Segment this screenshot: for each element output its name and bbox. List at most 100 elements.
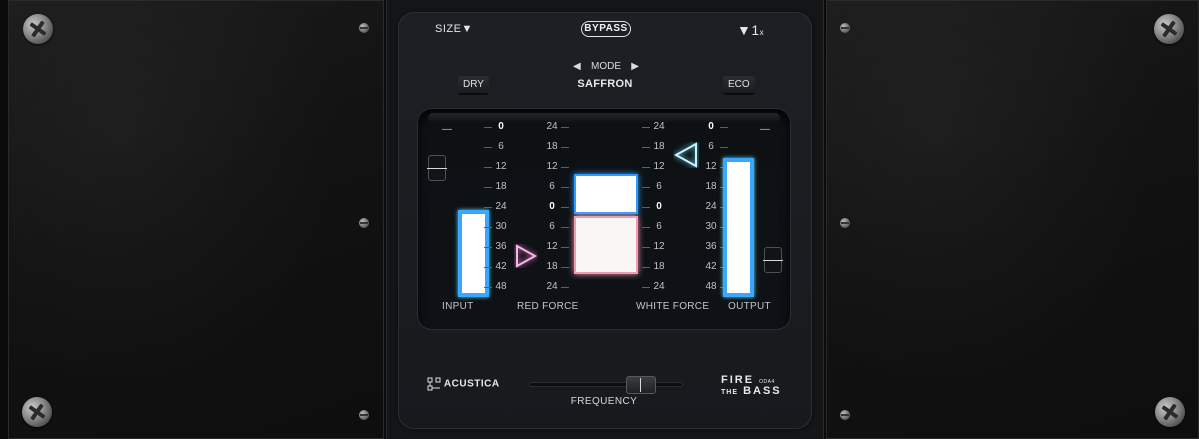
screw-icon: [359, 23, 369, 33]
scale-label: 18: [653, 141, 665, 152]
scale-tick: [561, 127, 569, 128]
center-lower-block: [574, 216, 638, 274]
center-upper-block: [574, 174, 638, 214]
output-top-dash: —: [760, 124, 770, 135]
scale-label: 12: [495, 161, 507, 172]
product-name-prefix: THE: [721, 389, 738, 396]
scale-tick: [484, 227, 492, 228]
red-force-label: RED FORCE: [517, 301, 579, 312]
scale-label: 6: [549, 221, 555, 232]
acustica-brand: ACUSTICA: [443, 378, 500, 390]
scale-label: 18: [495, 181, 507, 192]
acustica-logo-icon: [427, 377, 441, 391]
scale-label: 24: [653, 121, 665, 132]
scale-tick: [642, 167, 650, 168]
frequency-track[interactable]: [529, 382, 683, 387]
left-side-panel: [8, 0, 384, 439]
mode-selector: ◀ MODE ▶: [573, 59, 639, 73]
product-name-line2: BASS: [743, 385, 782, 397]
frequency-slider-handle[interactable]: [626, 376, 656, 394]
scale-label: 6: [656, 181, 662, 192]
scale-label: 12: [705, 161, 717, 172]
scale-label: 24: [546, 281, 558, 292]
scale-tick: [561, 287, 569, 288]
screw-icon: [840, 218, 850, 228]
scale-tick: [642, 207, 650, 208]
scale-tick: [484, 167, 492, 168]
screw-icon: [23, 14, 53, 44]
screw-icon: [359, 410, 369, 420]
scale-tick: [484, 187, 492, 188]
scale-label: 42: [705, 261, 717, 272]
output-label: OUTPUT: [728, 301, 771, 312]
scale-tick: [484, 287, 492, 288]
scale-tick: [561, 147, 569, 148]
scale-label: 48: [495, 281, 507, 292]
size-menu[interactable]: SIZE▼: [435, 23, 473, 35]
input-meter: [458, 210, 489, 297]
scale-label: 30: [495, 221, 507, 232]
input-label: INPUT: [442, 301, 474, 312]
screw-icon: [840, 410, 850, 420]
scale-label: 12: [546, 241, 558, 252]
scale-label: 24: [546, 121, 558, 132]
scale-tick: [484, 127, 492, 128]
screw-icon: [359, 218, 369, 228]
mode-name: SAFFRON: [577, 78, 633, 90]
scale-tick: [561, 227, 569, 228]
scale-tick: [561, 207, 569, 208]
scale-label: 24: [495, 201, 507, 212]
scale-label: 24: [653, 281, 665, 292]
fire-the-bass-logo: FIRE ODA4 THE BASS: [721, 375, 782, 397]
scale-label: 0: [708, 121, 714, 132]
oversample-value: ▼1: [737, 22, 760, 38]
acustica-logo: ACUSTICA: [427, 377, 500, 391]
scale-label: 18: [546, 141, 558, 152]
scale-tick: [642, 287, 650, 288]
scale-label: 24: [705, 201, 717, 212]
mode-next-button[interactable]: ▶: [631, 61, 639, 72]
scale-tick: [484, 247, 492, 248]
scale-label: 36: [705, 241, 717, 252]
frequency-label: FREQUENCY: [570, 396, 638, 407]
scale-tick: [561, 167, 569, 168]
scale-label: 42: [495, 261, 507, 272]
scale-tick: [561, 247, 569, 248]
scale-tick: [484, 147, 492, 148]
scale-tick: [642, 127, 650, 128]
oversample-menu[interactable]: ▼1x: [737, 22, 764, 38]
scale-tick: [484, 207, 492, 208]
dry-button[interactable]: DRY: [458, 76, 489, 95]
screw-icon: [22, 397, 52, 427]
screw-icon: [840, 23, 850, 33]
scale-tick: [561, 187, 569, 188]
scale-label: 12: [653, 161, 665, 172]
scale-label: 48: [705, 281, 717, 292]
oversample-suffix: x: [759, 28, 765, 37]
scale-label: 18: [546, 261, 558, 272]
bypass-button[interactable]: BYPASS: [581, 21, 631, 37]
white-force-pointer-icon: [673, 142, 697, 168]
scale-label: 6: [656, 221, 662, 232]
input-top-dash: —: [442, 124, 452, 135]
screw-icon: [1154, 14, 1184, 44]
scale-tick: [642, 187, 650, 188]
scale-label: 12: [546, 161, 558, 172]
scale-label: 30: [705, 221, 717, 232]
scale-label: 36: [495, 241, 507, 252]
scale-tick: [561, 267, 569, 268]
plugin-window: SIZE▼ BYPASS ▼1x ◀ MODE ▶ SAFFRON DRY EC…: [386, 0, 824, 439]
scale-label: 6: [708, 141, 714, 152]
scale-tick: [642, 267, 650, 268]
scale-tick: [642, 227, 650, 228]
meter-screen: — INPUT 0 6 12 18 24 30 36 42 48 24 18 12 6 0 6 12 18 24…: [418, 109, 790, 329]
output-gain-slider[interactable]: [763, 247, 783, 273]
mode-prev-button[interactable]: ◀: [573, 61, 581, 72]
scale-label: 18: [653, 261, 665, 272]
scale-label: 6: [498, 141, 504, 152]
screw-icon: [1155, 397, 1185, 427]
scale-label: 6: [549, 181, 555, 192]
input-gain-slider[interactable]: [427, 155, 447, 181]
output-meter: [723, 158, 754, 297]
eco-button[interactable]: ECO: [723, 76, 755, 95]
